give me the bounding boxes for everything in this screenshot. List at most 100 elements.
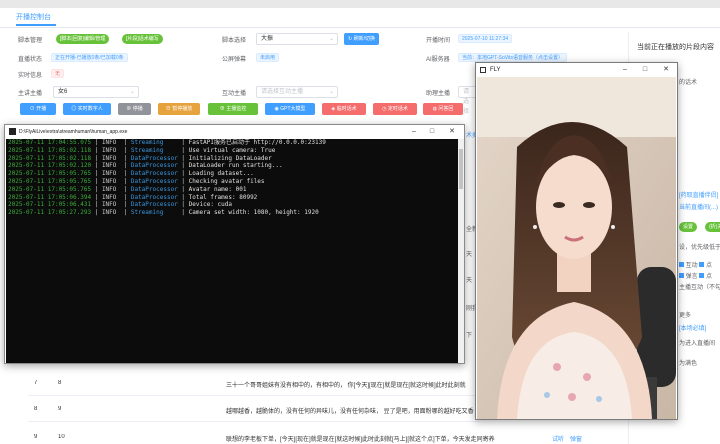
more-link[interactable]: [本场必填] <box>679 323 706 332</box>
row-text: 联想的李老板下单，[今天][现在]就是现在[就这时候]此时此刻就[马上][就这个… <box>226 437 495 443</box>
console-msg: DataLoader run starting... <box>188 162 283 170</box>
main-host-label: 主讲主播 <box>18 91 43 97</box>
console-separator: | <box>120 209 131 217</box>
console-line: 2025-07-11 17:05:06.431 | INFO | DataPro… <box>8 201 458 209</box>
action-label: 定时话术 <box>387 106 408 112</box>
set-host-link-2[interactable]: 当前直播间(...) <box>679 202 718 211</box>
console-separator: | <box>120 162 131 170</box>
script-mgmt-button[interactable]: [脚本|回复|编辑/管理 <box>56 34 110 44</box>
console-level: INFO <box>101 177 120 185</box>
action-button[interactable]: ⊗ 停播 <box>118 103 151 115</box>
row-index: 7 <box>34 380 38 386</box>
action-label: 暂停播放 <box>172 106 193 112</box>
interact-host-placeholder: 请选择互动主播 <box>261 89 304 95</box>
action-button[interactable]: ◍ 问答回 <box>423 103 463 115</box>
close-button[interactable]: ✕ <box>657 64 675 76</box>
console-separator: | <box>91 146 102 154</box>
console-separator: | <box>91 209 102 217</box>
action-button[interactable]: ⊖ 暂停播放 <box>158 103 200 115</box>
action-button[interactable]: ◉ GPT大模型 <box>265 103 315 115</box>
table-row[interactable]: 7 8 三十一个哥哥姐妹有没有相中的，有相中的， 你[今天][现在]就是现在[就… <box>28 372 480 396</box>
interact-host-label: 互动主播 <box>222 91 247 97</box>
console-separator: | <box>91 201 102 209</box>
realtime-label: 实时信息 <box>18 73 43 79</box>
console-line: 2025-07-11 17:05:06.394 | INFO | DataPro… <box>8 194 458 202</box>
fly-titlebar[interactable]: FLY – □ ✕ <box>476 63 677 77</box>
action-button[interactable]: ⊙ 开播 <box>20 103 56 115</box>
speech-write-button[interactable]: [片段]话术编写 <box>122 34 163 44</box>
console-level: INFO <box>101 146 120 154</box>
more-text: 更多 <box>679 313 692 319</box>
minimize-button[interactable]: – <box>405 126 423 138</box>
ai-server-value[interactable]: 当前：本地GPT-SoVits语音服务（点击设置） <box>458 53 568 62</box>
minimize-button[interactable]: – <box>616 64 634 76</box>
console-module: Streaming <box>130 209 178 217</box>
console-ts: 2025-07-11 17:05:05.765 <box>8 170 92 178</box>
console-scrollbar[interactable] <box>458 139 464 363</box>
action-button[interactable]: ◷ 定时话术 <box>373 103 417 115</box>
console-app-icon <box>9 128 16 135</box>
console-level: INFO <box>101 154 120 162</box>
public-tts-value[interactable]: 未启用 <box>256 53 280 62</box>
row-index: 9 <box>34 434 38 440</box>
priority-text: 设，优先级低于 <box>679 245 720 251</box>
console-separator: | <box>177 177 189 185</box>
console-separator: | <box>120 193 131 201</box>
refresh-button[interactable]: ↻ 刷新/切换 <box>344 33 379 45</box>
fly-title: FLY <box>490 67 501 73</box>
action-label: 临时话术 <box>336 106 357 112</box>
console-line: 2025-07-11 17:05:02.118 | INFO | Streami… <box>8 147 458 155</box>
set-host-link[interactable]: [药取直播伴侣] <box>679 190 718 199</box>
interact-host-select[interactable]: 请选择互动主播 ⌄ <box>256 86 338 98</box>
console-separator: | <box>120 146 131 154</box>
chevron-down-icon: ⌄ <box>129 89 135 95</box>
console-level: INFO <box>101 209 120 217</box>
reminder-text: 为满色 <box>679 361 698 367</box>
start-time-label: 开播时间 <box>426 38 451 44</box>
avatar-video-frame <box>477 77 676 419</box>
console-msg: Loading dataset... <box>188 170 254 178</box>
console-titlebar[interactable]: D:\FlyAiLive\extra\streamhuman\human_app… <box>5 125 464 139</box>
close-button[interactable]: ✕ <box>443 126 461 138</box>
console-separator: | <box>91 170 102 178</box>
console-msg: Avatar name: 001 <box>188 185 247 193</box>
right-close-button[interactable]: (折)关 <box>705 222 720 232</box>
row-number: 9 <box>58 406 62 412</box>
console-ts: 2025-07-11 17:05:05.765 <box>8 185 92 193</box>
scrollbar-thumb[interactable] <box>459 149 463 189</box>
maximize-button[interactable]: □ <box>423 126 441 138</box>
assist-host-placeholder: 请选择 <box>463 89 470 115</box>
action-label: 实时数字人 <box>77 106 103 112</box>
console-msg: Camera set width: 1080, height: 1920 <box>188 209 319 217</box>
console-separator: | <box>91 139 102 146</box>
console-separator: | <box>177 170 189 178</box>
right-set-button[interactable]: 设置 <box>679 222 698 232</box>
action-button[interactable]: ◈ 临时话术 <box>322 103 366 115</box>
console-module: DataProcessor <box>130 162 178 170</box>
preview-link[interactable]: 试听 <box>552 434 564 443</box>
side-col-3: 天 <box>466 252 473 258</box>
popup-link[interactable]: 弹窗 <box>570 434 582 443</box>
action-button[interactable]: ⊕ 主播监控 <box>208 103 258 115</box>
console-module: DataProcessor <box>130 193 178 201</box>
ai-server-label: AI服务器 <box>426 57 450 63</box>
main-host-select[interactable]: 女6 ⌄ <box>53 86 139 98</box>
table-row[interactable]: 9 10 联想的李老板下单，[今天][现在]就是现在[就这时候]此时此刻就[马上… <box>28 426 495 444</box>
console-output[interactable]: 2025-07-11 17:04:55.075 | INFO | Streami… <box>6 139 458 363</box>
enter-text: 为进入直播间 <box>679 341 716 347</box>
maximize-button[interactable]: □ <box>636 64 654 76</box>
speech-check[interactable]: 弹言 点 <box>679 271 712 280</box>
console-separator: | <box>91 154 102 162</box>
action-label: 开播 <box>36 106 47 112</box>
script-select[interactable]: 大振 ⌄ <box>256 33 338 45</box>
table-row[interactable]: 8 9 越哪越香，越脆体的，没有任何的异味儿，没有任何杂味， 豆了是吧，用面粉哪… <box>28 398 480 422</box>
interact-check-label-2: 点 <box>706 263 713 269</box>
start-time-value: 2025-07-10 11:27:34 <box>458 34 513 43</box>
console-separator: | <box>91 162 102 170</box>
interact-check[interactable]: 互动 点 <box>679 260 712 269</box>
console-msg: Checking avatar files <box>188 177 265 185</box>
realtime-value: 无 <box>51 69 65 78</box>
tab-live-console[interactable]: 开播控制台 <box>16 12 51 22</box>
avatar-video-image <box>477 77 676 419</box>
action-button[interactable]: ◎ 实时数字人 <box>63 103 111 115</box>
